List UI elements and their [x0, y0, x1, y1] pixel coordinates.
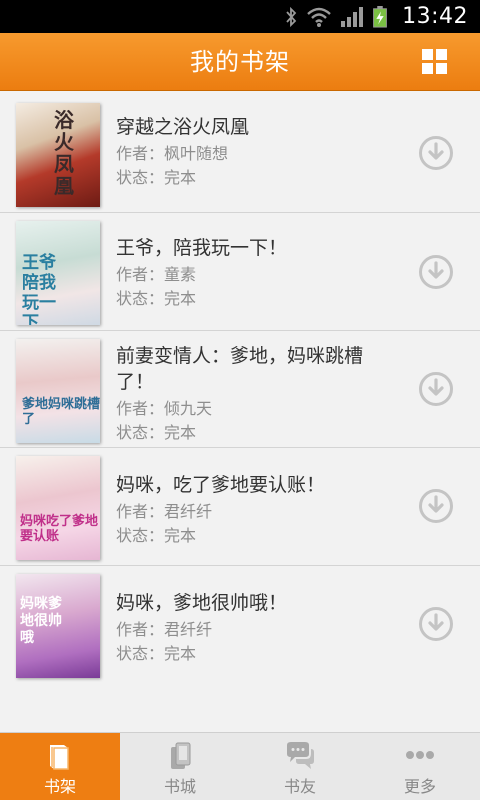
- book-title: 前妻变情人：爹地，妈咪跳槽了！: [116, 345, 364, 393]
- more-dots-icon: [406, 751, 434, 759]
- download-icon[interactable]: [418, 254, 454, 290]
- book-author: 作者：君纤纤: [116, 502, 213, 521]
- bottom-nav: 书架 书城 书友 更多: [0, 732, 480, 800]
- grid-view-icon[interactable]: [422, 49, 448, 75]
- book-info: 前妻变情人：爹地，妈咪跳槽了！ 作者：倾九天 状态：完本: [116, 343, 400, 445]
- book-title: 妈咪，爹地很帅哦！: [116, 592, 288, 614]
- download-icon[interactable]: [418, 371, 454, 407]
- tab-bookstore[interactable]: 书城: [120, 733, 240, 800]
- battery-charging-icon: [373, 5, 387, 28]
- book-cover[interactable]: 王爷陪我玩一下: [16, 221, 100, 325]
- book-status: 状态：完本: [116, 289, 197, 308]
- book-item[interactable]: 爹地妈咪跳槽了 前妻变情人：爹地，妈咪跳槽了！ 作者：倾九天 状态：完本: [0, 331, 480, 448]
- book-title: 王爷，陪我玩一下！: [116, 237, 288, 259]
- book-author: 作者：倾九天: [116, 399, 213, 418]
- cover-title: 妈咪吃了爹地要认账: [20, 514, 99, 544]
- book-cover[interactable]: 爹地妈咪跳槽了: [16, 339, 100, 443]
- book-status: 状态：完本: [116, 423, 197, 442]
- bookshelf-icon: [50, 745, 69, 770]
- wifi-icon: [307, 7, 331, 27]
- bluetooth-icon: [286, 6, 297, 27]
- book-info: 妈咪，吃了爹地要认账！ 作者：君纤纤 状态：完本: [116, 472, 400, 548]
- tab-label: 更多: [403, 777, 436, 796]
- book-cover[interactable]: 妈咪爹地很帅哦: [16, 574, 100, 678]
- cover-title: 王爷陪我玩一下: [22, 253, 56, 325]
- book-author: 作者：君纤纤: [116, 620, 213, 639]
- book-item[interactable]: 妈咪爹地很帅哦 妈咪，爹地很帅哦！ 作者：君纤纤 状态：完本: [0, 566, 480, 684]
- tab-label: 书架: [43, 777, 76, 796]
- chat-bubbles-icon: [287, 742, 314, 769]
- download-icon[interactable]: [418, 135, 454, 171]
- tab-friends[interactable]: 书友: [240, 733, 360, 800]
- book-item[interactable]: 王爷陪我玩一下 王爷，陪我玩一下！ 作者：童素 状态：完本: [0, 213, 480, 331]
- book-author: 作者：童素: [116, 265, 197, 284]
- page-title: 我的书架: [190, 48, 290, 76]
- book-info: 穿越之浴火凤凰 作者：枫叶随想 状态：完本: [116, 114, 400, 190]
- book-cover[interactable]: 浴火凤凰: [16, 103, 100, 207]
- bookstore-icon: [171, 742, 191, 769]
- book-status: 状态：完本: [116, 644, 197, 663]
- cover-title: 浴火凤凰: [54, 108, 74, 198]
- book-list: 浴火凤凰 穿越之浴火凤凰 作者：枫叶随想 状态：完本 王爷陪我玩一下 王爷，陪我…: [0, 92, 480, 684]
- download-icon[interactable]: [418, 606, 454, 642]
- book-status: 状态：完本: [116, 168, 197, 187]
- book-item[interactable]: 浴火凤凰 穿越之浴火凤凰 作者：枫叶随想 状态：完本: [0, 92, 480, 213]
- book-info: 王爷，陪我玩一下！ 作者：童素 状态：完本: [116, 235, 400, 311]
- tab-bookshelf[interactable]: 书架: [0, 733, 120, 800]
- cover-title: 爹地妈咪跳槽了: [22, 397, 100, 427]
- status-time: 13:42: [402, 4, 468, 29]
- status-bar: 13:42: [0, 0, 480, 33]
- book-title: 穿越之浴火凤凰: [116, 116, 250, 138]
- book-status: 状态：完本: [116, 526, 197, 545]
- book-item[interactable]: 妈咪吃了爹地要认账 妈咪，吃了爹地要认账！ 作者：君纤纤 状态：完本: [0, 448, 480, 566]
- book-title: 妈咪，吃了爹地要认账！: [116, 474, 326, 496]
- tab-label: 书城: [163, 777, 196, 796]
- signal-icon: [341, 6, 364, 27]
- book-cover[interactable]: 妈咪吃了爹地要认账: [16, 456, 100, 560]
- tab-more[interactable]: 更多: [360, 733, 480, 800]
- title-bar: 我的书架: [0, 33, 480, 91]
- status-icons: 13:42: [284, 4, 468, 29]
- book-author: 作者：枫叶随想: [116, 144, 229, 163]
- tab-label: 书友: [283, 777, 316, 796]
- download-icon[interactable]: [418, 488, 454, 524]
- cover-title: 妈咪爹地很帅哦: [20, 596, 62, 646]
- book-info: 妈咪，爹地很帅哦！ 作者：君纤纤 状态：完本: [116, 590, 400, 666]
